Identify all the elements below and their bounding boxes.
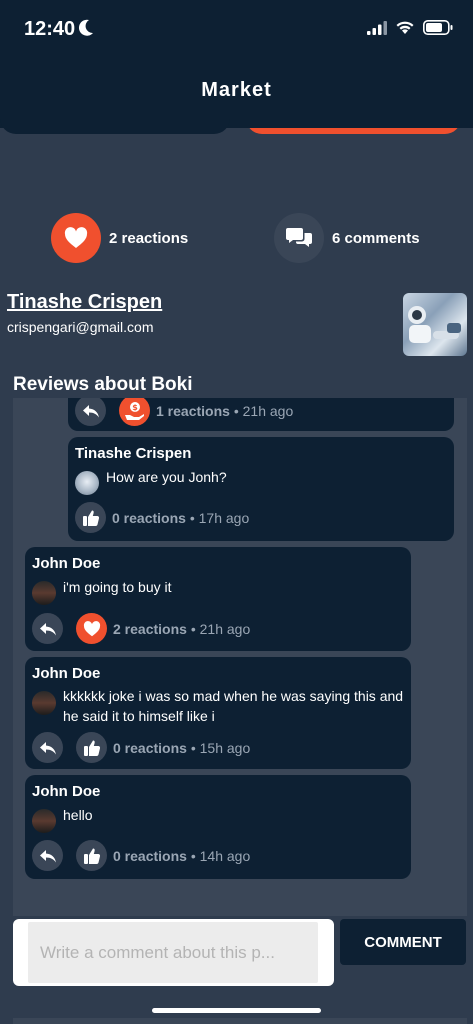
heart-button[interactable]: [51, 213, 101, 263]
reply-button[interactable]: [32, 732, 63, 763]
review-actions: $ 1 reactions • 21h ago: [75, 398, 293, 426]
scrolled-button-left[interactable]: [0, 118, 230, 134]
avatar: [32, 581, 56, 605]
avatar: [32, 691, 56, 715]
reply-icon: [82, 404, 99, 417]
reaction-count: 0 reactions: [112, 509, 186, 526]
status-time: 12:40: [24, 18, 76, 40]
review-time: 15h ago: [199, 739, 251, 756]
reply-button[interactable]: [32, 613, 63, 644]
reaction-count: 0 reactions: [113, 739, 187, 756]
review-author: Tinashe Crispen: [75, 445, 192, 462]
seller-name-link[interactable]: Tinashe Crispen: [7, 291, 162, 314]
review-text: i'm going to buy it: [63, 579, 172, 595]
review-card: John Doe hello 0 reactions • 14h ago: [25, 775, 411, 879]
comment-button[interactable]: COMMENT: [340, 919, 466, 965]
review-card: Tinashe Crispen How are you Jonh? 0 reac…: [68, 437, 454, 541]
heart-icon: [64, 227, 88, 248]
reaction-count: 0 reactions: [113, 847, 187, 864]
review-time: 21h ago: [199, 620, 251, 637]
comments-stat[interactable]: 6 comments: [274, 213, 420, 263]
battery-icon: [423, 20, 453, 35]
product-image[interactable]: [403, 293, 467, 356]
robot-image-icon: [408, 306, 461, 343]
review-time: 17h ago: [198, 509, 250, 526]
review-time: 14h ago: [199, 847, 251, 864]
heart-icon: [83, 620, 100, 636]
status-icons: [367, 20, 453, 35]
reply-button[interactable]: [32, 840, 63, 871]
reactions-stat[interactable]: 2 reactions: [51, 213, 188, 263]
seller-email: crispengari@gmail.com: [7, 319, 154, 335]
review-text: How are you Jonh?: [106, 469, 227, 485]
review-actions: 2 reactions • 21h ago: [32, 613, 250, 644]
review-card: John Doe i'm going to buy it 2 reactions…: [25, 547, 411, 651]
reply-icon: [39, 622, 56, 635]
review-time: 21h ago: [242, 402, 294, 419]
review-actions: 0 reactions • 17h ago: [75, 502, 249, 533]
review-actions: 0 reactions • 14h ago: [32, 840, 250, 871]
review-card: John Doe kkkkkk joke i was so mad when h…: [25, 657, 411, 769]
reaction-summary: 0 reactions • 15h ago: [113, 739, 251, 756]
reaction-count: 1 reactions: [156, 402, 230, 419]
home-indicator[interactable]: [152, 1008, 321, 1013]
reply-icon: [39, 849, 56, 862]
header-overlap: [246, 118, 461, 128]
review-author: John Doe: [32, 555, 101, 572]
thumbs-up-icon: [83, 740, 100, 756]
reaction-summary: 0 reactions • 17h ago: [112, 509, 250, 526]
like-button[interactable]: [76, 840, 107, 871]
like-button[interactable]: [76, 732, 107, 763]
like-button[interactable]: [75, 502, 106, 533]
reviews-list[interactable]: $ 1 reactions • 21h ago Tinashe Crispen …: [13, 398, 467, 916]
reactions-count: 2 reactions: [109, 229, 189, 247]
thumbs-up-icon: [82, 510, 99, 526]
reaction-summary: 0 reactions • 14h ago: [113, 847, 251, 864]
wifi-icon: [396, 21, 414, 34]
heart-reaction-button[interactable]: [76, 613, 107, 644]
thumbs-up-icon: [83, 848, 100, 864]
comments-count: 6 comments: [332, 229, 420, 247]
review-author: John Doe: [32, 665, 101, 682]
status-bar: 12:40: [0, 0, 473, 60]
moon-icon: [78, 19, 93, 36]
signal-icon: [367, 20, 387, 35]
reply-button[interactable]: [75, 398, 106, 426]
avatar: [75, 471, 99, 495]
reaction-count: 2 reactions: [113, 620, 187, 637]
review-text: hello: [63, 807, 93, 823]
reviews-title: Reviews about Boki: [13, 374, 193, 395]
reaction-button[interactable]: $: [119, 398, 150, 426]
bottom-strip: [13, 1018, 467, 1024]
avatar: [32, 809, 56, 833]
page-title: Market: [201, 79, 272, 101]
reaction-summary: 1 reactions • 21h ago: [156, 402, 294, 419]
chat-bubbles-icon: [286, 228, 312, 247]
reaction-summary: 2 reactions • 21h ago: [113, 620, 251, 637]
svg-text:$: $: [132, 403, 138, 412]
comments-button[interactable]: [274, 213, 324, 263]
review-text: kkkkkk joke i was so mad when he was say…: [63, 688, 404, 724]
review-author: John Doe: [32, 783, 101, 800]
review-card: $ 1 reactions • 21h ago: [68, 398, 454, 431]
money-hand-icon: $: [124, 401, 144, 420]
comment-input[interactable]: [28, 922, 318, 983]
review-actions: 0 reactions • 15h ago: [32, 732, 250, 763]
reply-icon: [39, 741, 56, 754]
